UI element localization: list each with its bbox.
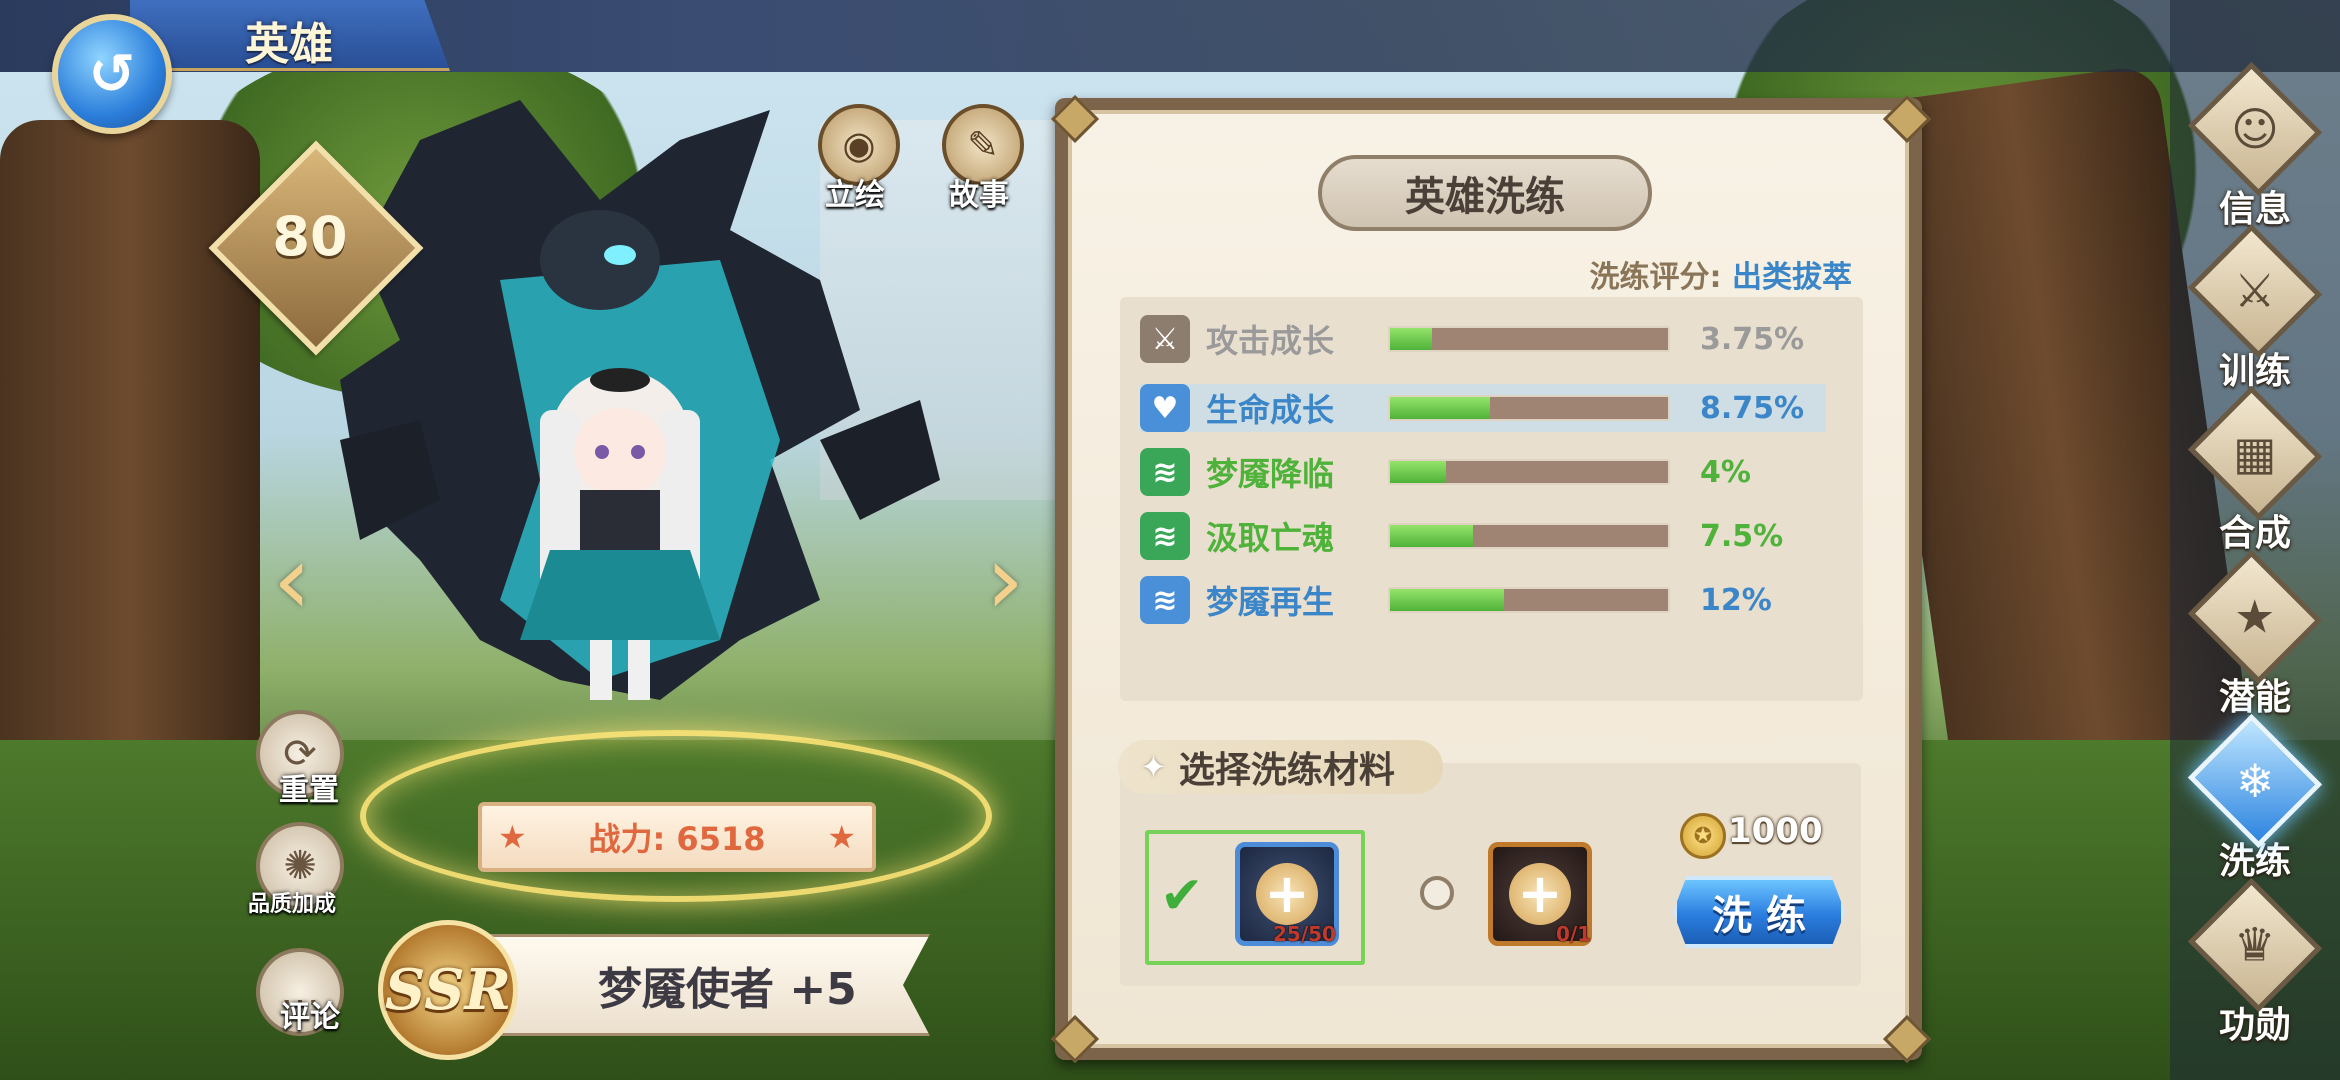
stat-value: 12%: [1700, 582, 1772, 618]
refine-button[interactable]: 洗 练: [1673, 876, 1845, 948]
story-label: 故事: [949, 178, 1009, 213]
stat-label: 汲取亡魂: [1206, 519, 1335, 557]
stat-row: ≋ 梦魇降临 4%: [1140, 448, 1826, 496]
reset-label: 重置: [279, 773, 339, 808]
nav-item-2[interactable]: ▦ 合成: [2172, 385, 2338, 556]
rating-label: 洗练评分:: [1589, 260, 1722, 295]
nav-item-1[interactable]: ⚔ 训练: [2172, 223, 2338, 394]
next-hero-arrow[interactable]: ›: [975, 530, 1035, 630]
gold-coin-icon: ✪: [1680, 813, 1726, 859]
stat-row: ≋ 梦魇再生 12%: [1140, 576, 1826, 624]
stat-value: 8.75%: [1700, 390, 1805, 426]
rating-value: 出类拔萃: [1732, 260, 1852, 295]
stat-bar-fill: [1390, 461, 1446, 483]
nav-icon-frame: ▦: [2187, 385, 2323, 521]
stat-bar: [1388, 523, 1670, 549]
back-button[interactable]: ↺: [52, 14, 172, 134]
stat-row: ≋ 汲取亡魂 7.5%: [1140, 512, 1826, 560]
nav-icon-frame: ❄: [2187, 713, 2323, 849]
flame-icon: ✺: [283, 843, 317, 889]
stat-bar: [1388, 587, 1670, 613]
prev-hero-arrow[interactable]: ‹: [262, 530, 322, 630]
nav-icon-frame: ♛: [2187, 877, 2323, 1013]
portrait-label: 立绘: [825, 178, 885, 213]
claw-icon: ≋: [1140, 576, 1190, 624]
star-icon: ★: [827, 818, 856, 856]
heart-icon: ♥: [1140, 384, 1190, 432]
stat-bar: [1388, 326, 1670, 352]
scroll-icon: ✎: [967, 123, 999, 167]
cards-icon: ▦: [2233, 426, 2277, 480]
hero-name-plate: 梦魇使者 +5: [480, 934, 930, 1036]
training-icon: ⚔: [2234, 264, 2276, 318]
quality-bonus-label: 品质加成: [247, 892, 336, 917]
combat-power-plate: ★ 战力: 6518 ★: [478, 802, 876, 872]
stat-row: ⚔ 攻击成长 3.75%: [1140, 315, 1826, 363]
combat-power: 战力: 6518: [588, 820, 766, 858]
stat-bar-fill: [1390, 589, 1504, 611]
plus-icon: +: [1509, 863, 1571, 925]
stat-value: 7.5%: [1700, 518, 1784, 554]
nav-item-5[interactable]: ♛ 功勋: [2172, 877, 2338, 1048]
nav-item-0[interactable]: ☺ 信息: [2172, 61, 2338, 232]
comment-label: 评论: [280, 1000, 340, 1035]
stat-value: 4%: [1700, 454, 1751, 490]
refine-cost: 1000: [1728, 811, 1823, 851]
refine-rating: 洗练评分: 出类拔萃: [1590, 252, 1852, 296]
plus-icon: +: [1256, 863, 1318, 925]
material-count-1: 25/50: [1273, 922, 1336, 946]
stat-bar-fill: [1390, 328, 1432, 350]
eye-icon: ◉: [842, 123, 876, 167]
rarity-badge: SSR: [378, 920, 518, 1060]
star-icon: ★: [498, 818, 527, 856]
hero-name: 梦魇使者 +5: [598, 964, 857, 1015]
hero-level: 80: [272, 205, 348, 268]
nav-icon-frame: ★: [2187, 549, 2323, 685]
stat-row: ♥ 生命成长 8.75%: [1140, 384, 1826, 432]
materials-title: 选择洗练材料: [1178, 750, 1395, 791]
stat-bar-fill: [1390, 525, 1474, 547]
sword-icon: ⚔: [1140, 315, 1190, 363]
stat-value: 3.75%: [1700, 321, 1805, 357]
potential-star-icon: ★: [2234, 590, 2276, 644]
refine-icon: ❄: [2235, 753, 2275, 808]
stat-label: 梦魇再生: [1206, 583, 1335, 621]
stat-label: 攻击成长: [1206, 322, 1335, 360]
materials-section-tag: ✦ 选择洗练材料: [1118, 740, 1443, 794]
nav-icon-frame: ⚔: [2187, 223, 2323, 359]
checkmark-icon: ✔: [1160, 866, 1204, 926]
return-arrow-icon: ↺: [88, 41, 136, 107]
info-face-icon: ☺: [2231, 102, 2279, 156]
crown-icon: ♛: [2234, 918, 2276, 972]
sparkle-icon: ✦: [1140, 748, 1167, 786]
claw-icon: ≋: [1140, 512, 1190, 560]
material-count-2: 0/1: [1556, 922, 1592, 946]
stat-bar: [1388, 395, 1670, 421]
nav-item-3[interactable]: ★ 潜能: [2172, 549, 2338, 720]
material-radio-2[interactable]: [1420, 876, 1454, 910]
nav-item-4[interactable]: ❄ 洗练: [2172, 713, 2338, 884]
page-title: 英雄: [245, 19, 333, 70]
claw-icon: ≋: [1140, 448, 1190, 496]
panel-title: 英雄洗练: [1318, 155, 1652, 231]
stat-label: 梦魇降临: [1206, 455, 1335, 493]
stat-bar-fill: [1390, 397, 1491, 419]
stat-bar: [1388, 459, 1670, 485]
nav-icon-frame: ☺: [2187, 61, 2323, 197]
stat-label: 生命成长: [1206, 391, 1335, 429]
